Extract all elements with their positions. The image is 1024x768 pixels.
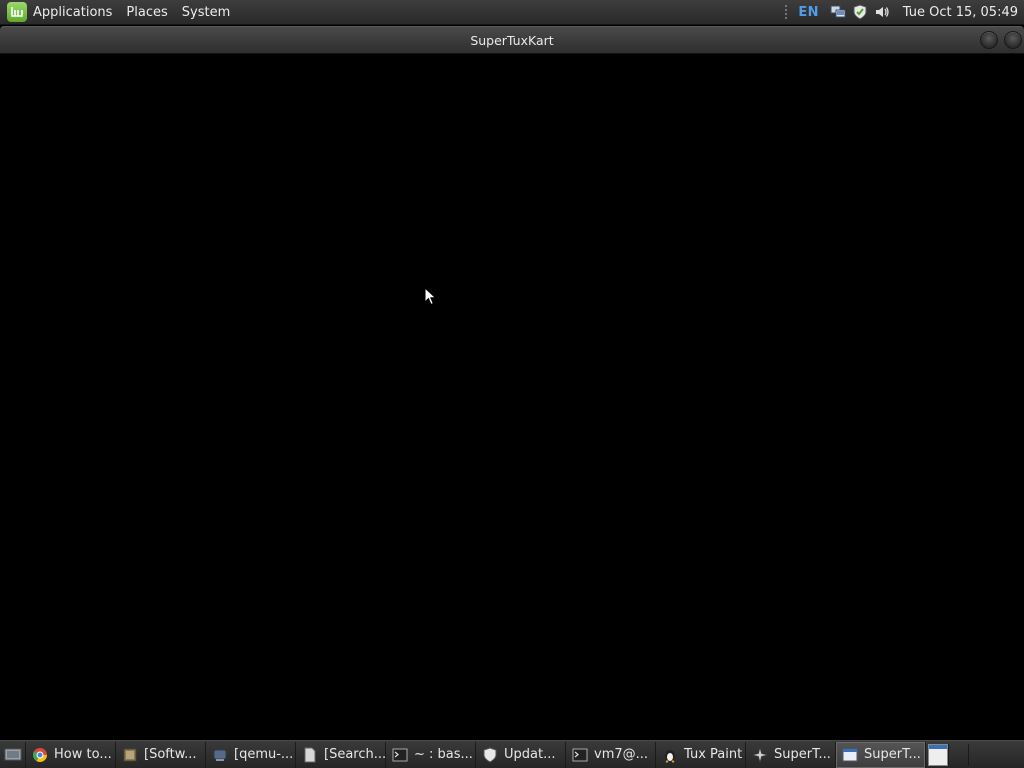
supertuxkart-icon bbox=[752, 746, 768, 763]
show-desktop-button[interactable] bbox=[0, 741, 26, 768]
qemu-icon bbox=[212, 747, 228, 763]
window-titlebar[interactable]: SuperTuxKart bbox=[0, 26, 1024, 54]
task-software-manager[interactable]: [Softw... bbox=[116, 741, 206, 768]
task-label: SuperT... bbox=[774, 747, 831, 762]
window-controls bbox=[980, 31, 1022, 49]
workspace-switcher[interactable] bbox=[928, 743, 948, 766]
task-label: Updat... bbox=[504, 747, 556, 762]
task-label: [qemu-... bbox=[234, 747, 294, 762]
task-label: Tux Paint bbox=[684, 747, 743, 762]
network-icon[interactable] bbox=[829, 3, 847, 21]
task-label: How to... bbox=[54, 747, 112, 762]
task-qemu[interactable]: [qemu-... bbox=[206, 741, 296, 768]
update-shield-icon[interactable] bbox=[851, 3, 869, 21]
software-manager-icon bbox=[122, 747, 138, 763]
bottom-taskbar: How to... [Softw... [qemu-... [Search... bbox=[0, 740, 1024, 768]
supertuxkart-window: SuperTuxKart bbox=[0, 26, 1024, 740]
window-icon bbox=[842, 747, 858, 763]
tux-paint-icon bbox=[662, 747, 678, 763]
top-panel: Applications Places System EN Tue Oct 15… bbox=[0, 0, 1024, 25]
workspace-slot[interactable] bbox=[968, 743, 988, 766]
mouse-pointer-icon bbox=[424, 286, 438, 311]
task-label: [Search... bbox=[324, 747, 386, 762]
workspace-slot[interactable] bbox=[948, 743, 968, 766]
task-how-to[interactable]: How to... bbox=[26, 741, 116, 768]
task-terminal-vm7[interactable]: vm7@... bbox=[566, 741, 656, 768]
shield-icon bbox=[482, 746, 498, 763]
linux-mint-logo-icon[interactable] bbox=[7, 2, 27, 22]
task-label: ~ : bas... bbox=[414, 747, 473, 762]
minimize-button[interactable] bbox=[980, 31, 998, 49]
close-button[interactable] bbox=[1004, 31, 1022, 49]
task-search[interactable]: [Search... bbox=[296, 741, 386, 768]
task-terminal-bash[interactable]: ~ : bas... bbox=[386, 741, 476, 768]
menu-places[interactable]: Places bbox=[119, 0, 174, 25]
tray-separator bbox=[784, 4, 789, 20]
task-supertuxkart-window[interactable]: SuperT... bbox=[836, 741, 926, 768]
task-label: [Softw... bbox=[144, 747, 197, 762]
task-supertuxkart-launcher[interactable]: SuperT... bbox=[746, 741, 836, 768]
game-canvas[interactable] bbox=[0, 54, 1024, 740]
task-label: SuperT... bbox=[864, 747, 921, 762]
menu-applications[interactable]: Applications bbox=[33, 0, 119, 25]
window-title: SuperTuxKart bbox=[470, 32, 554, 48]
document-icon bbox=[302, 747, 318, 763]
volume-icon[interactable] bbox=[873, 3, 891, 21]
task-tux-paint[interactable]: Tux Paint bbox=[656, 741, 746, 768]
terminal-icon bbox=[392, 747, 408, 763]
chrome-icon bbox=[32, 747, 48, 763]
keyboard-layout-indicator[interactable]: EN bbox=[798, 5, 818, 20]
terminal-icon bbox=[572, 747, 588, 763]
menu-system[interactable]: System bbox=[175, 0, 237, 25]
task-label: vm7@... bbox=[594, 747, 649, 762]
workspace-preview bbox=[929, 748, 947, 765]
clock[interactable]: Tue Oct 15, 05:49 bbox=[903, 5, 1018, 20]
task-update-manager[interactable]: Updat... bbox=[476, 741, 566, 768]
